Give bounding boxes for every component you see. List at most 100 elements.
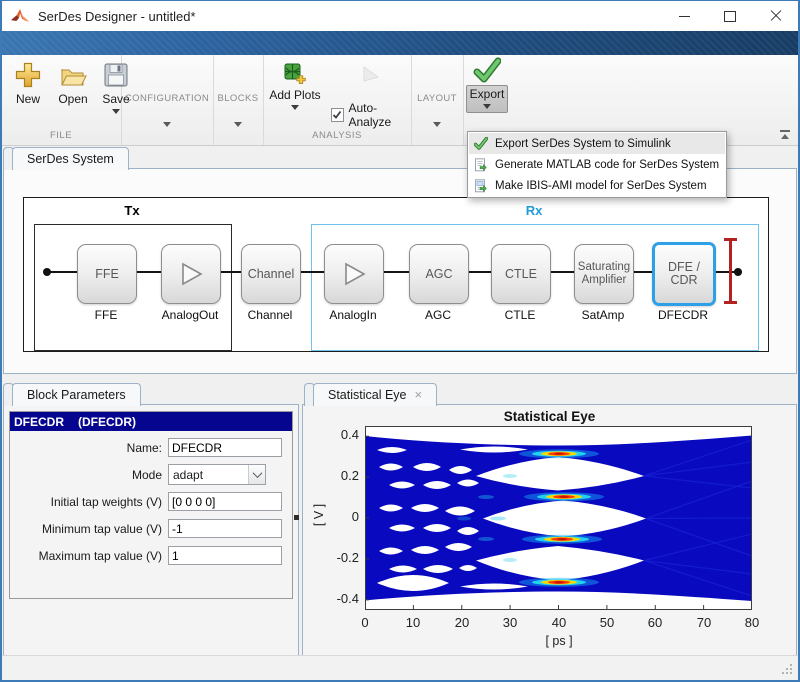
window-title: SerDes Designer - untitled* xyxy=(38,9,196,24)
initial-tap-weights-input[interactable] xyxy=(168,492,282,511)
y-tick: -0.2 xyxy=(321,550,359,565)
add-plots-button[interactable]: Add Plots xyxy=(267,63,323,110)
block-channel[interactable]: Channel xyxy=(241,244,301,304)
block-analog-in[interactable] xyxy=(324,244,384,304)
block-analog-out[interactable] xyxy=(161,244,221,304)
titlebar: SerDes Designer - untitled* xyxy=(1,1,799,31)
input-node xyxy=(43,268,51,276)
block-dfecdr-selected[interactable]: DFE / CDR xyxy=(652,242,716,306)
field-row-min-tap: Minimum tap value (V) xyxy=(10,518,292,539)
serdes-diagram-canvas[interactable]: Tx Rx FFE FFE AnalogOut Channel Channel … xyxy=(23,197,769,352)
amplifier-triangle-icon xyxy=(339,259,369,289)
minimize-icon xyxy=(679,16,690,17)
y-tick: -0.4 xyxy=(321,591,359,606)
field-row-mode: Mode adapt xyxy=(10,464,292,485)
block-parameters-panel: DFECDR (DFECDR) Name: Mode adapt Initial… xyxy=(3,404,299,656)
statistical-eye-panel: Statistical Eye xyxy=(302,404,797,656)
chevron-down-icon xyxy=(248,465,265,484)
menu-item-export-simulink[interactable]: Export SerDes System to Simulink xyxy=(469,133,725,154)
configuration-label: CONFIGURATION xyxy=(121,93,213,104)
layout-dropdown-arrow[interactable] xyxy=(433,122,441,127)
add-plots-icon xyxy=(284,63,306,85)
maximize-icon xyxy=(724,11,736,22)
analyze-icon-disabled xyxy=(359,62,383,86)
amplifier-triangle-icon xyxy=(176,259,206,289)
x-tick: 60 xyxy=(639,615,671,630)
plot-title: Statistical Eye xyxy=(303,409,796,424)
collapse-ribbon-button[interactable] xyxy=(779,130,791,139)
blocks-dropdown-arrow[interactable] xyxy=(234,122,242,127)
close-tab-icon[interactable]: × xyxy=(415,390,423,400)
eye-diagram-heatmap xyxy=(365,426,752,610)
x-tick: 0 xyxy=(349,615,381,630)
y-tick: 0.2 xyxy=(321,468,359,483)
maximize-button[interactable] xyxy=(707,1,753,31)
toolstrip-tab-bar xyxy=(1,31,799,55)
mode-select[interactable]: adapt xyxy=(168,464,266,485)
tab-statistical-eye[interactable]: Statistical Eye × xyxy=(313,383,437,406)
field-row-name: Name: xyxy=(10,437,292,458)
matlab-logo-icon xyxy=(10,7,30,25)
layout-label: LAYOUT xyxy=(411,93,463,104)
collapse-ribbon-icon xyxy=(780,130,790,132)
y-tick: 0 xyxy=(321,509,359,524)
eye-diagram-plot xyxy=(365,426,752,610)
matlab-code-icon xyxy=(474,158,488,172)
save-dropdown-arrow[interactable] xyxy=(112,109,120,114)
dfecdr-parameters-group: DFECDR (DFECDR) Name: Mode adapt Initial… xyxy=(9,411,293,599)
maximum-tap-value-input[interactable] xyxy=(168,546,282,565)
block-agc[interactable]: AGC xyxy=(409,244,469,304)
tx-group-label: Tx xyxy=(34,203,230,218)
section-layout[interactable]: LAYOUT xyxy=(411,55,464,145)
section-blocks[interactable]: BLOCKS xyxy=(213,55,264,145)
x-tick: 80 xyxy=(736,615,768,630)
auto-analyze-label: Auto-Analyze xyxy=(349,101,412,129)
name-input[interactable] xyxy=(168,438,282,457)
x-tick: 50 xyxy=(591,615,623,630)
y-axis-label: [ V ] xyxy=(312,495,326,535)
close-button[interactable] xyxy=(753,1,799,31)
x-tick: 10 xyxy=(397,615,429,630)
auto-analyze-checkbox[interactable]: Auto-Analyze xyxy=(331,101,411,129)
x-tick: 40 xyxy=(543,615,575,630)
rx-group-label: Rx xyxy=(311,203,757,218)
x-tick: 20 xyxy=(446,615,478,630)
crossing-hotspots xyxy=(519,449,604,587)
configuration-dropdown-arrow[interactable] xyxy=(163,122,171,127)
x-tick: 30 xyxy=(494,615,526,630)
blocks-label: BLOCKS xyxy=(213,93,263,104)
panel-splitter-handle[interactable] xyxy=(294,515,299,520)
export-button[interactable]: Export xyxy=(467,57,507,113)
ibis-ami-model-icon xyxy=(474,179,488,193)
block-ctle[interactable]: CTLE xyxy=(491,244,551,304)
minimize-button[interactable] xyxy=(661,1,707,31)
y-tick: 0.4 xyxy=(321,427,359,442)
checkbox-checked-icon xyxy=(331,108,344,122)
tab-block-parameters[interactable]: Block Parameters xyxy=(12,383,141,406)
menu-item-make-ibis-ami[interactable]: Make IBIS-AMI model for SerDes System xyxy=(469,175,725,196)
minimum-tap-value-input[interactable] xyxy=(168,519,282,538)
close-icon xyxy=(770,10,782,22)
parameters-header: DFECDR (DFECDR) xyxy=(10,412,292,431)
block-ffe[interactable]: FFE xyxy=(77,244,137,304)
resize-grip[interactable] xyxy=(790,672,792,674)
block-satamp[interactable]: Saturating Amplifier xyxy=(574,244,634,304)
section-analysis: Add Plots Auto-Analyze ANALYSIS xyxy=(263,55,412,145)
open-folder-icon xyxy=(59,61,87,89)
export-dropdown-arrow xyxy=(483,104,491,109)
insertion-marker xyxy=(724,238,737,304)
x-axis-label: [ ps ] xyxy=(528,634,590,648)
signal-wire xyxy=(47,271,742,273)
section-file: New Open Save FILE xyxy=(1,55,122,145)
menu-item-generate-matlab-code[interactable]: Generate MATLAB code for SerDes System xyxy=(469,154,725,175)
simulink-check-icon xyxy=(474,137,488,150)
serdes-system-panel: Tx Rx FFE FFE AnalogOut Channel Channel … xyxy=(3,168,797,374)
section-configuration[interactable]: CONFIGURATION xyxy=(121,55,214,145)
open-button[interactable]: Open xyxy=(53,61,93,106)
add-plots-dropdown-arrow[interactable] xyxy=(291,105,299,110)
tab-serdes-system[interactable]: SerDes System xyxy=(12,147,129,170)
new-file-icon xyxy=(14,61,42,89)
export-check-icon xyxy=(473,57,501,83)
new-button[interactable]: New xyxy=(9,61,47,106)
export-button-pressed[interactable]: Export xyxy=(466,85,508,113)
